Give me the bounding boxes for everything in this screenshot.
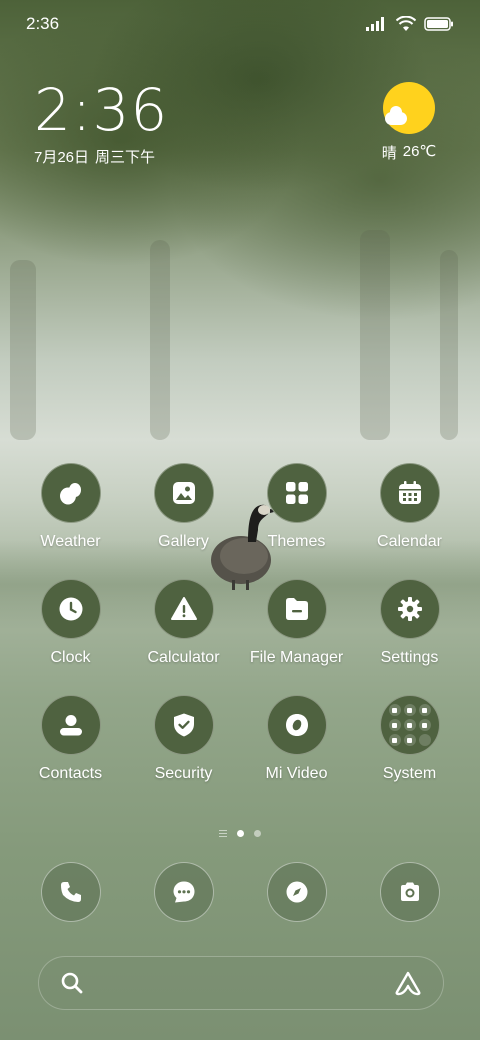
app-drawer-lines-icon[interactable]: [219, 830, 227, 837]
gallery-icon[interactable]: [153, 463, 214, 523]
app-label: System: [382, 765, 437, 782]
weather-text: 晴 26℃: [374, 142, 444, 163]
themes-icon[interactable]: [266, 463, 327, 523]
signal-icon: [366, 17, 384, 31]
app-grid: Weather Gallery Themes Calendar Clock Ca…: [14, 463, 466, 783]
app-label: Weather: [40, 533, 101, 550]
clock-icon[interactable]: [40, 579, 101, 639]
app-label: Contacts: [38, 765, 103, 782]
widget-date-weekday: 周三下午: [95, 149, 156, 166]
app-label: Security: [154, 765, 213, 782]
file-manager-icon[interactable]: [266, 579, 327, 639]
app-label: Settings: [380, 649, 439, 666]
app-label: Themes: [267, 533, 326, 550]
browser-icon[interactable]: [266, 862, 327, 922]
weather-condition: 晴: [381, 145, 397, 162]
app-themes[interactable]: Themes: [240, 463, 353, 551]
battery-icon: [424, 17, 453, 31]
sunny-cloud-icon: [383, 82, 435, 134]
app-settings[interactable]: Settings: [353, 579, 466, 667]
app-calendar[interactable]: Calendar: [353, 463, 466, 551]
page-dot-1[interactable]: [237, 830, 244, 837]
security-icon[interactable]: [153, 695, 214, 755]
clock-widget[interactable]: 2:36 7月26日 周三下午: [34, 80, 168, 167]
dock: [14, 862, 466, 922]
calculator-icon[interactable]: [153, 579, 214, 639]
dock-browser[interactable]: [240, 862, 353, 922]
system-folder-icon[interactable]: [379, 695, 440, 755]
widget-time: 2:36: [34, 76, 169, 144]
app-contacts[interactable]: Contacts: [14, 695, 127, 783]
app-label: File Manager: [249, 649, 344, 666]
app-system-folder[interactable]: System: [353, 695, 466, 783]
app-gallery[interactable]: Gallery: [127, 463, 240, 551]
page-dot-2[interactable]: [254, 830, 261, 837]
status-icons: [366, 16, 454, 32]
wifi-icon: [396, 16, 416, 31]
dock-camera[interactable]: [353, 862, 466, 922]
app-security[interactable]: Security: [127, 695, 240, 783]
app-file-manager[interactable]: File Manager: [240, 579, 353, 667]
phone-icon[interactable]: [40, 862, 101, 922]
contacts-icon[interactable]: [40, 695, 101, 755]
calendar-icon[interactable]: [379, 463, 440, 523]
dock-messages[interactable]: [127, 862, 240, 922]
status-time: 2:36: [26, 14, 60, 33]
assistant-icon[interactable]: [393, 970, 423, 996]
app-label: Calculator: [147, 649, 220, 666]
widget-date-day: 7月26日: [34, 149, 90, 166]
app-weather[interactable]: Weather: [14, 463, 127, 551]
page-indicator[interactable]: [0, 830, 480, 837]
weather-icon[interactable]: [40, 463, 101, 523]
app-label: Calendar: [377, 533, 442, 550]
app-label: Mi Video: [265, 765, 328, 782]
app-label: Gallery: [158, 533, 209, 550]
mi-video-icon[interactable]: [266, 695, 327, 755]
app-calculator[interactable]: Calculator: [127, 579, 240, 667]
dock-phone[interactable]: [14, 862, 127, 922]
app-label: Clock: [50, 649, 91, 666]
search-icon[interactable]: [59, 970, 85, 996]
camera-icon[interactable]: [379, 862, 440, 922]
messages-icon[interactable]: [153, 862, 214, 922]
settings-icon[interactable]: [379, 579, 440, 639]
app-mi-video[interactable]: Mi Video: [240, 695, 353, 783]
widget-date: 7月26日 周三下午: [34, 146, 168, 167]
search-bar[interactable]: [38, 956, 444, 1010]
app-clock[interactable]: Clock: [14, 579, 127, 667]
weather-temperature: 26℃: [402, 143, 437, 160]
weather-widget[interactable]: 晴 26℃: [374, 82, 444, 163]
status-bar: 2:36: [0, 0, 480, 48]
